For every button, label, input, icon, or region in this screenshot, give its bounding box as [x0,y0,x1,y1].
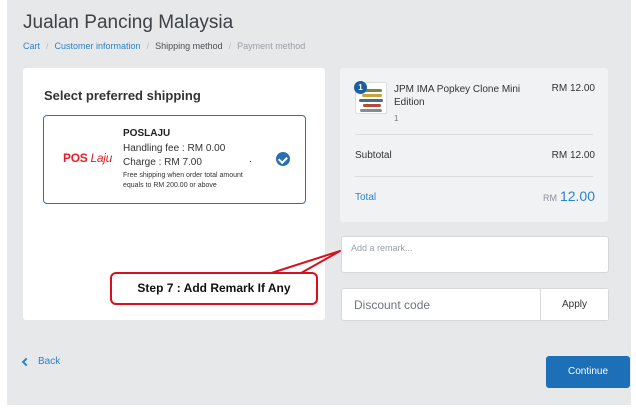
shipping-heading: Select preferred shipping [44,88,201,103]
apply-button[interactable]: Apply [540,289,608,320]
product-price: RM 12.00 [551,83,595,94]
breadcrumb: Cart / Customer information / Shipping m… [23,41,305,51]
discount-field: Discount code Apply [341,288,609,321]
free-shipping-note: Free shipping when order total amount eq… [123,172,243,189]
back-label: Back [38,356,61,367]
summary-divider [355,134,593,135]
total-value: RM 12.00 [543,188,595,204]
chevron-left-icon [21,357,31,366]
checkout-page: Jualan Pancing Malaysia Cart / Customer … [7,0,631,405]
breadcrumb-payment-method: Payment method [237,41,306,51]
subtotal-label: Subtotal [355,150,392,161]
summary-divider [355,176,593,177]
total-label: Total [355,192,377,203]
poslaju-logo-pos: POS [63,151,88,165]
breadcrumb-separator: / [228,41,232,51]
breadcrumb-separator: / [46,41,49,51]
breadcrumb-separator: / [146,41,150,51]
quantity-badge: 1 [354,81,367,94]
selected-check-icon [276,152,290,166]
subtotal-value: RM 12.00 [551,150,595,161]
order-summary: 1 JPM IMA Popkey Clone Mini Edition 1 RM… [340,68,608,222]
store-title: Jualan Pancing Malaysia [23,12,234,33]
breadcrumb-shipping-method: Shipping method [155,41,223,51]
shipping-handling-fee: Handling fee : RM 0.00 [123,143,226,154]
discount-code-input[interactable]: Discount code [354,298,430,312]
stray-dot: . [249,154,252,165]
remark-input[interactable]: Add a remark... [341,236,609,273]
continue-button[interactable]: Continue [546,356,630,388]
annotation-callout: Step 7 : Add Remark If Any [110,272,318,305]
breadcrumb-customer-information[interactable]: Customer information [55,41,141,51]
shipping-charge: Charge : RM 7.00 [123,157,202,168]
product-name: JPM IMA Popkey Clone Mini Edition [394,84,521,108]
breadcrumb-cart[interactable]: Cart [23,41,40,51]
shipping-option-name: POSLAJU [123,128,171,139]
product-quantity: 1 [394,114,399,123]
total-amount: 12.00 [559,188,595,204]
poslaju-logo-laju: Laju [90,151,113,165]
shipping-option-poslaju[interactable]: POS Laju POSLAJU Handling fee : RM 0.00 … [43,115,306,204]
back-link[interactable]: Back [21,356,61,367]
total-currency: RM [542,193,557,203]
poslaju-logo: POS Laju [63,151,112,165]
